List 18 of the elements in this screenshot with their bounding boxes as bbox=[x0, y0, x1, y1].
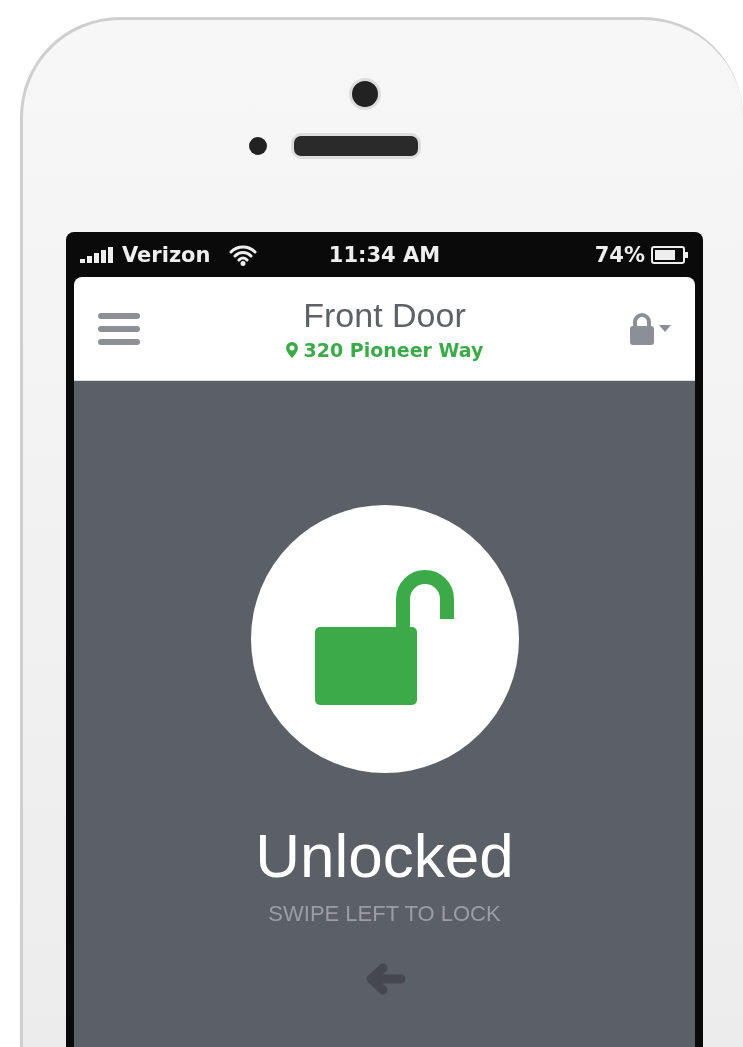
carrier-name: Verizon bbox=[122, 242, 211, 267]
wifi-icon bbox=[228, 243, 257, 266]
caret-icon bbox=[659, 324, 671, 333]
swipe-hint: SWIPE LEFT TO LOCK bbox=[268, 901, 501, 927]
battery-percent: 74% bbox=[594, 242, 645, 267]
location-pin-icon bbox=[285, 342, 298, 358]
left-arrow-icon bbox=[364, 963, 405, 995]
lock-dropdown-button[interactable] bbox=[629, 312, 671, 345]
front-camera bbox=[348, 78, 381, 110]
door-title: Front Door bbox=[303, 296, 466, 335]
menu-button[interactable] bbox=[98, 312, 140, 345]
lock-status: Unlocked bbox=[255, 825, 514, 887]
clock-time: 11:34 AM bbox=[328, 242, 441, 267]
proximity-sensor bbox=[248, 137, 267, 155]
lock-icon bbox=[629, 312, 655, 345]
battery-icon bbox=[651, 245, 689, 264]
address-text: 320 Pioneer Way bbox=[303, 339, 484, 361]
signal-icon bbox=[80, 246, 116, 263]
